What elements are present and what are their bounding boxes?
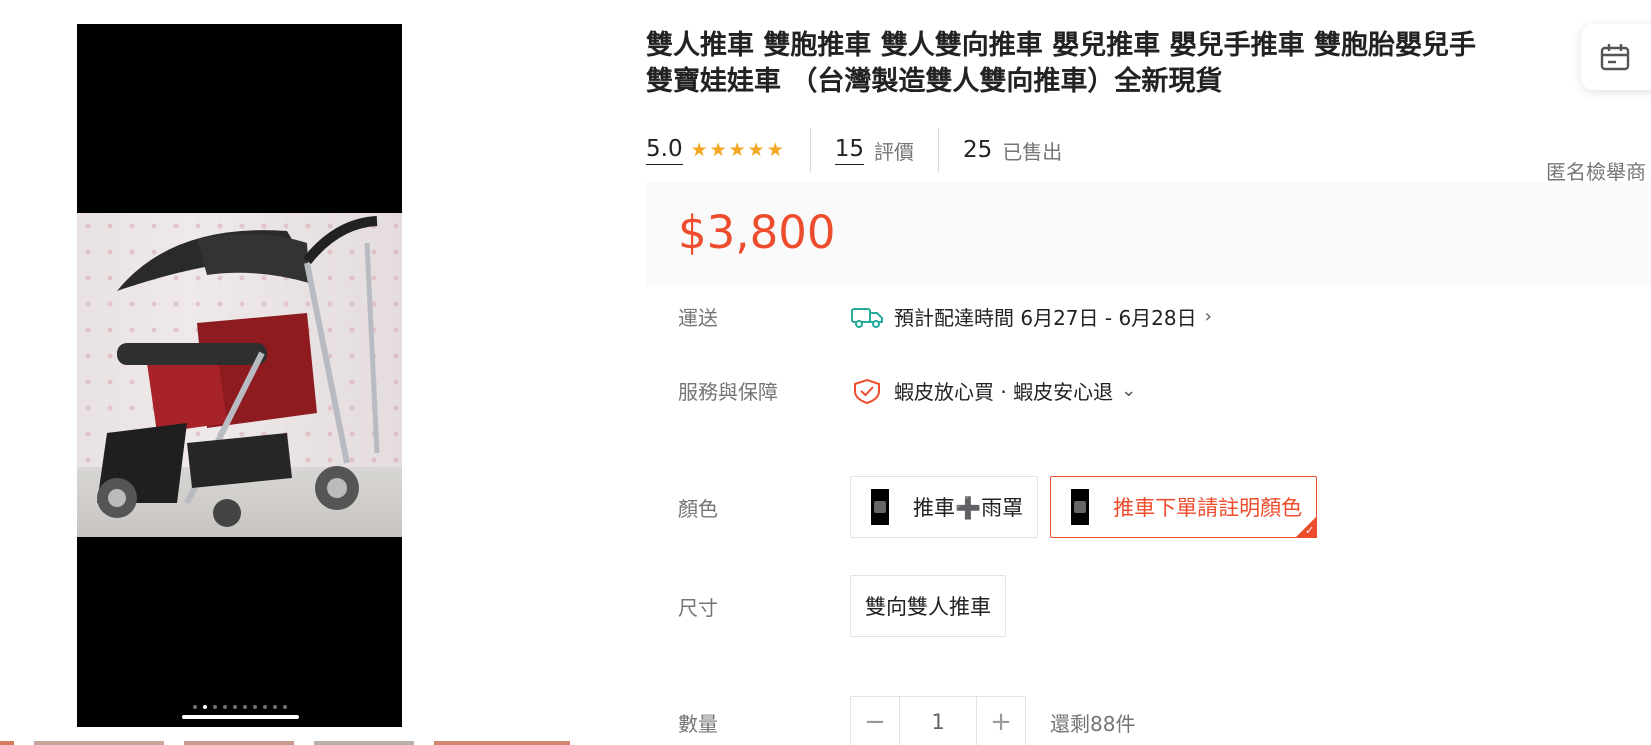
slide-dot[interactable] [272, 705, 277, 709]
product-title: 雙人推車 雙胞推車 雙人雙向推車 嬰兒推車 嬰兒手推車 雙胞胎嬰兒手 雙寶娃娃車… [646, 28, 1651, 100]
slide-dot[interactable] [202, 705, 207, 709]
shipping-label: 運送 [678, 306, 718, 330]
service-info[interactable]: 蝦皮放心買 · 蝦皮安心退 ⌄ [850, 376, 1136, 405]
slide-dot[interactable] [192, 705, 197, 709]
color-option-label: 推車下單請註明顏色 [1113, 496, 1303, 520]
slide-dot[interactable] [232, 705, 237, 709]
product-info: 雙人推車 雙胞推車 雙人雙向推車 嬰兒推車 嬰兒手推車 雙胞胎嬰兒手 雙寶娃娃車… [646, 28, 1651, 745]
color-options: 推車➕雨罩 推車下單請註明顏色 ✓ [850, 476, 1329, 538]
chevron-right-icon: › [1204, 306, 1212, 327]
color-option-label: 推車➕雨罩 [913, 496, 1024, 520]
truck-icon [851, 307, 883, 328]
sold-count: 25 [963, 137, 993, 163]
color-option[interactable]: 推車➕雨罩 [850, 476, 1039, 538]
slide-dot[interactable] [242, 705, 247, 709]
color-row: 顏色 推車➕雨罩 推車下單請註明顏色 ✓ [678, 476, 1329, 538]
slide-progress-bar [182, 715, 299, 719]
chevron-down-icon: ⌄ [1121, 380, 1137, 401]
quantity-label: 數量 [678, 711, 718, 736]
size-option-label: 雙向雙人推車 [865, 595, 991, 619]
size-options: 雙向雙人推車 [850, 575, 1018, 637]
sold-label: 已售出 [1002, 139, 1063, 164]
price-section: $3,800 [646, 182, 1651, 285]
service-guarantees: 蝦皮放心買 · 蝦皮安心退 [894, 380, 1114, 404]
price: $3,800 [678, 206, 836, 259]
stock-remaining: 還剩88件 [1050, 711, 1136, 736]
rating-value[interactable]: 5.0 [646, 136, 683, 165]
slide-dot[interactable] [252, 705, 257, 709]
slide-dot[interactable] [222, 705, 227, 709]
quantity-input[interactable]: 1 [899, 696, 977, 745]
option-thumbnail [1071, 489, 1090, 525]
thumbnail[interactable] [434, 741, 570, 745]
option-thumbnail [871, 489, 889, 525]
product-title-line1: 雙人推車 雙胞推車 雙人雙向推車 嬰兒推車 嬰兒手推車 雙胞胎嬰兒手 [646, 30, 1476, 61]
slide-dot[interactable] [282, 705, 287, 709]
calendar-float-button[interactable] [1581, 24, 1651, 90]
size-row: 尺寸 雙向雙人推車 [678, 575, 1018, 637]
calendar-icon [1600, 44, 1630, 71]
minus-button[interactable]: − [851, 696, 899, 745]
thumbnail[interactable] [0, 741, 14, 745]
product-image-gallery[interactable] [77, 24, 402, 727]
plus-button[interactable]: + [977, 696, 1025, 745]
size-option[interactable]: 雙向雙人推車 [850, 575, 1006, 637]
service-row: 服務與保障 蝦皮放心買 · 蝦皮安心退 ⌄ [678, 376, 1136, 405]
check-icon: ✓ [1304, 524, 1315, 537]
rating-row: 5.0 ★★★★★ 15 評價 25 已售出 [646, 128, 1062, 172]
product-photo-stroller[interactable] [77, 213, 402, 537]
thumbnail-strip[interactable] [0, 741, 580, 745]
thumbnail[interactable] [314, 741, 414, 745]
reviews-count[interactable]: 15 [834, 136, 865, 165]
product-title-line2: 雙寶娃娃車 （台灣製造雙人雙向推車）全新現貨 [646, 66, 1223, 97]
quantity-row: 數量 − 1 + 還剩88件 [678, 696, 1135, 745]
thumbnail[interactable] [184, 741, 294, 745]
color-option-selected[interactable]: 推車下單請註明顏色 ✓ [1050, 476, 1318, 538]
shipping-row: 運送 預計配達時間 6月27日 - 6月28日 › [678, 302, 1212, 331]
report-link[interactable]: 匿名檢舉商 [1546, 156, 1646, 185]
slide-indicator-dots[interactable] [77, 705, 402, 709]
shipping-info[interactable]: 預計配達時間 6月27日 - 6月28日 › [850, 302, 1212, 331]
shield-icon [854, 378, 880, 404]
size-label: 尺寸 [678, 595, 718, 620]
slide-dot[interactable] [262, 705, 267, 709]
reviews-label: 評價 [874, 139, 915, 164]
divider [809, 128, 811, 172]
divider [938, 128, 940, 172]
service-label: 服務與保障 [678, 380, 778, 404]
thumbnail[interactable] [34, 741, 164, 745]
star-rating-icon: ★★★★★ [690, 139, 786, 161]
quantity-stepper: − 1 + [850, 696, 1026, 745]
slide-dot[interactable] [212, 705, 217, 709]
quantity-controls: − 1 + 還剩88件 [850, 696, 1135, 745]
delivery-estimate: 預計配達時間 6月27日 - 6月28日 [894, 306, 1197, 330]
stroller-illustration [97, 216, 380, 527]
color-label: 顏色 [678, 496, 718, 521]
